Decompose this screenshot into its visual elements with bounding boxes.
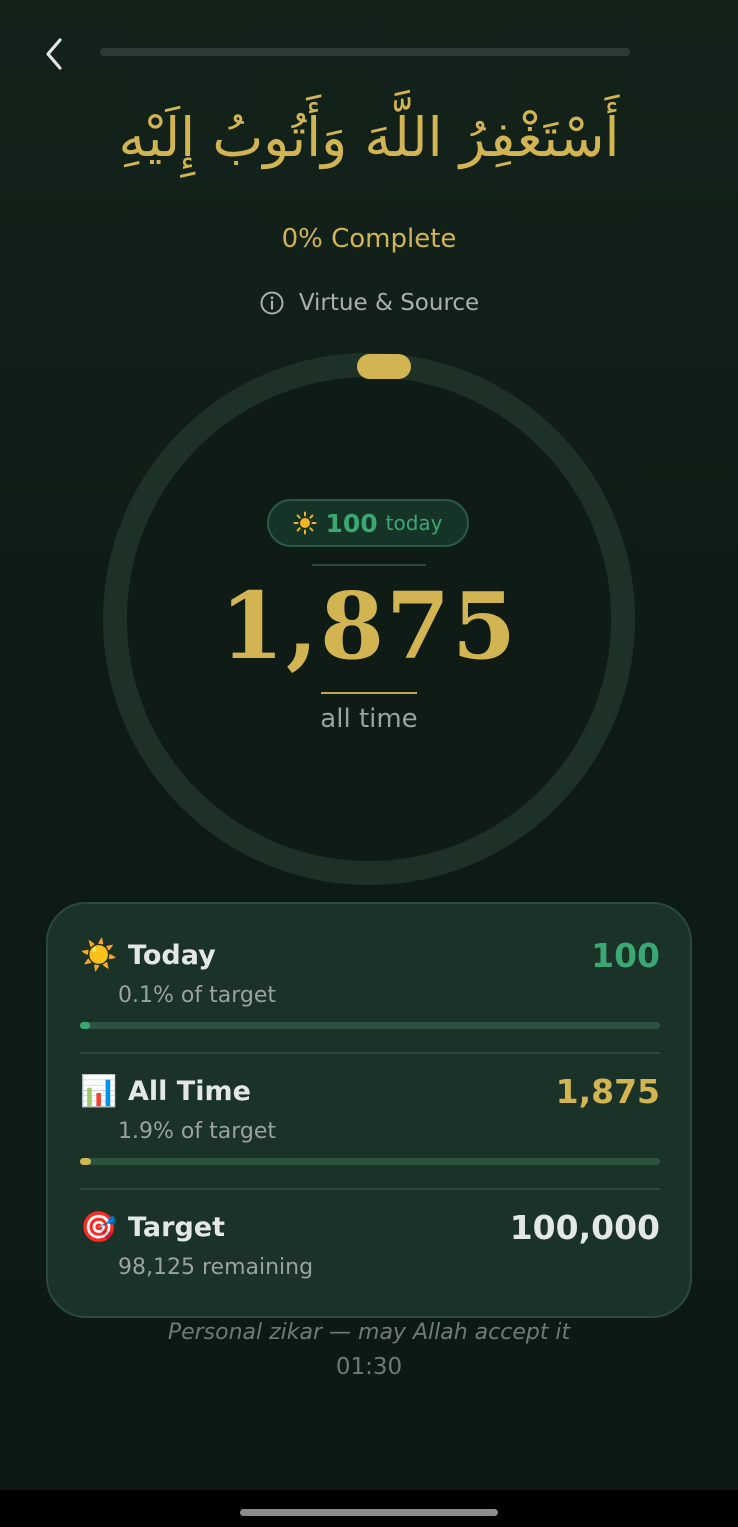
stat-title-all-time: All Time	[128, 1076, 251, 1107]
completion-percentage: 0% Complete	[281, 224, 457, 254]
today-count-pill: 100 today	[267, 499, 469, 547]
all-time-caption: all time	[320, 704, 418, 734]
stat-row-target: 🎯 Target 100,000 98,125 remaining	[80, 1208, 660, 1280]
stat-divider	[80, 1052, 660, 1054]
stat-row-all-time: 📊 All Time 1,875 1.9% of target	[80, 1072, 660, 1165]
counter-divider-bottom	[321, 692, 417, 694]
progress-bar-track	[100, 48, 630, 56]
dhikr-counter-screen: أَسْتَغْفِرُ اللَّهَ وَأَتُوبُ إِلَيْهِ …	[0, 0, 738, 1527]
today-progress-bar	[80, 1022, 660, 1029]
sun-emoji-icon: ☀️	[80, 938, 118, 973]
info-circle-icon	[260, 291, 284, 315]
today-count-value: 100	[325, 508, 378, 538]
all-time-count: 1,875	[219, 572, 519, 680]
back-button[interactable]	[36, 34, 72, 74]
footer-time: 01:30	[335, 1354, 403, 1380]
bar-chart-emoji-icon: 📊	[80, 1074, 118, 1109]
stat-subtitle-today: 0.1% of target	[118, 983, 276, 1008]
stat-value-today: 100	[591, 936, 660, 975]
ring-progress-marker	[357, 354, 411, 379]
stat-divider	[80, 1188, 660, 1190]
stat-title-target: Target	[128, 1212, 226, 1243]
virtue-source-link[interactable]: Virtue & Source	[0, 290, 738, 316]
footer-note: Personal zikar — may Allah accept it	[167, 1320, 571, 1345]
sun-icon	[293, 511, 317, 535]
home-indicator[interactable]	[240, 1509, 498, 1516]
virtue-source-label: Virtue & Source	[298, 290, 480, 316]
chevron-left-icon	[46, 38, 62, 70]
target-emoji-icon: 🎯	[80, 1210, 118, 1245]
today-count-label: today	[385, 511, 443, 535]
stats-card: ☀️ Today 100 0.1% of target 📊 All Time 1…	[46, 902, 692, 1318]
dhikr-arabic-text: أَسْتَغْفِرُ اللَّهَ وَأَتُوبُ إِلَيْهِ	[118, 106, 620, 169]
all-time-progress-fill	[80, 1158, 92, 1165]
all-time-progress-bar	[80, 1158, 660, 1165]
today-progress-fill	[80, 1022, 90, 1029]
counter-divider-top	[312, 564, 426, 566]
stat-value-target: 100,000	[509, 1208, 660, 1247]
stat-row-today: ☀️ Today 100 0.1% of target	[80, 936, 660, 1029]
stat-subtitle-target: 98,125 remaining	[118, 1255, 314, 1280]
stat-title-today: Today	[128, 940, 216, 971]
stat-subtitle-all-time: 1.9% of target	[118, 1119, 276, 1144]
stat-value-all-time: 1,875	[555, 1072, 660, 1111]
